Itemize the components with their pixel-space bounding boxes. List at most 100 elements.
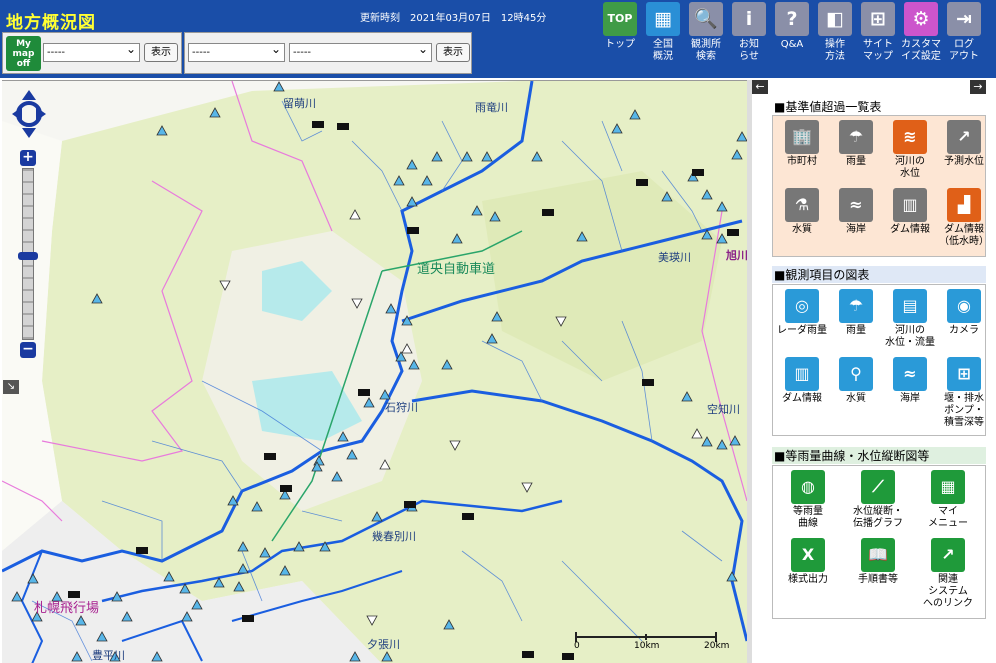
gear-icon: ⚙: [904, 2, 938, 36]
section1-river-level-button[interactable]: ≋ 河川の 水位: [883, 120, 937, 180]
tile-label: レーダ雨量: [777, 325, 827, 336]
section3-level-profile-button[interactable]: ⟋ 水位縦断・ 伝播グラフ: [851, 470, 905, 530]
isohyet-icon: ◍: [791, 470, 825, 504]
section2-rainfall-button[interactable]: ☂ 雨量: [829, 289, 883, 337]
section3-manual-button[interactable]: 📖 手順書等: [851, 538, 905, 586]
predicted-level-icon: ↗: [947, 120, 981, 154]
nav-station-search-button[interactable]: 🔍 観測所 検索: [686, 2, 726, 63]
section2-river-flow-button[interactable]: ▤ 河川の 水位・流量: [883, 289, 937, 349]
zoom-in-button[interactable]: +: [20, 150, 36, 166]
update-time: 更新時刻 2021年03月07日 12時45分: [360, 13, 547, 24]
rainfall-icon: ☂: [839, 289, 873, 323]
tile-label: 河川の 水位・流量: [885, 325, 935, 348]
level-profile-icon: ⟋: [861, 470, 895, 504]
station-name-select[interactable]: -----: [289, 41, 432, 62]
section-isohyet-title: ■等雨量曲線・水位縦断図等: [772, 447, 986, 464]
question-icon: ?: [775, 2, 809, 36]
section2-coast-button[interactable]: ≈ 海岸: [883, 357, 937, 405]
nav-top-button[interactable]: TOP トップ: [600, 2, 640, 51]
municipality-icon: 🏢: [785, 120, 819, 154]
section2-weir-pump-snow-button[interactable]: ⊞ 堰・排水 ポンプ・ 積雪深等: [937, 357, 991, 429]
tile-label: 様式出力: [788, 574, 828, 585]
tile-label: 河川の 水位: [895, 156, 925, 179]
tile-label: 予測水位: [944, 156, 984, 167]
map-label-yubari-river: 夕張川: [367, 638, 400, 651]
station-show-button[interactable]: 表示: [436, 43, 470, 62]
tile-label: マイ メニュー: [928, 506, 968, 529]
zoom-slider-handle[interactable]: [18, 252, 38, 260]
tile-label: 海岸: [900, 393, 920, 404]
section-threshold-title: ■基準値超過一覧表: [774, 100, 882, 114]
map-canvas[interactable]: [2, 81, 747, 663]
nav-operation-guide-button[interactable]: ◧ 操作 方法: [815, 2, 855, 63]
map-label-asahikawa: 旭川: [726, 249, 747, 262]
nav-label: お知 らせ: [739, 39, 759, 62]
section2-camera-button[interactable]: ◉ カメラ: [937, 289, 991, 337]
section1-dam-button[interactable]: ▥ ダム情報: [883, 188, 937, 236]
tile-label: 海岸: [846, 224, 866, 235]
map-label-ikushunbetsu-river: 幾春別川: [372, 530, 416, 543]
nav-qa-button[interactable]: ? Q&A: [772, 2, 812, 51]
map-label-expressway: 道央自動車道: [417, 262, 496, 277]
section1-rainfall-button[interactable]: ☂ 雨量: [829, 120, 883, 168]
panel-expand-right-icon[interactable]: →: [970, 80, 986, 94]
camera-icon: ◉: [947, 289, 981, 323]
map-label-sorachi-river: 空知川: [707, 403, 740, 416]
nav-logout-button[interactable]: ⇥ ログ アウト: [944, 2, 984, 63]
section3-my-menu-button[interactable]: ▦ マイ メニュー: [921, 470, 975, 530]
section-isohyet: ◍ 等雨量 曲線 ⟋ 水位縦断・ 伝播グラフ ▦ マイ メニュー X 様式出力 📖 手順書等 ↗ 関連…: [772, 465, 986, 619]
legend-toggle-icon[interactable]: ↘: [3, 380, 19, 394]
tile-label: 雨量: [846, 156, 866, 167]
section1-predicted-level-button[interactable]: ↗ 予測水位: [937, 120, 991, 168]
nav-national-overview-button[interactable]: ▦ 全国 概況: [643, 2, 683, 63]
header-bar: 地方概況図 更新時刻 2021年03月07日 12時45分 My map off…: [0, 0, 996, 78]
section1-coast-button[interactable]: ≈ 海岸: [829, 188, 883, 236]
manual-icon: 📖: [861, 538, 895, 572]
panel-collapse-left-icon[interactable]: ←: [752, 80, 768, 94]
section1-municipality-button[interactable]: 🏢 市町村: [775, 120, 829, 168]
top-icon: TOP: [603, 2, 637, 36]
scale-tick-0: 0: [574, 641, 580, 651]
map-label-bibai-river: 美瑛川: [658, 251, 691, 264]
map-label-sapporo-airport: 札幌飛行場: [34, 601, 100, 616]
tile-label: 雨量: [846, 325, 866, 336]
info-icon: i: [732, 2, 766, 36]
section2-radar-rainfall-button[interactable]: ◎ レーダ雨量: [775, 289, 829, 337]
station-category-select[interactable]: -----: [188, 41, 285, 62]
section-observation: ◎ レーダ雨量 ☂ 雨量 ▤ 河川の 水位・流量 ◉ カメラ ▥ ダム情報 ⚲ 水質 ≈ 海岸 ⊞ 堰・排水 …: [772, 284, 986, 436]
nav-sitemap-button[interactable]: ⊞ サイト マップ: [858, 2, 898, 63]
mymap-toggle-label: My map off: [12, 39, 35, 69]
tile-label: 手順書等: [858, 574, 898, 585]
section3-related-links-button[interactable]: ↗ 関連 システム へのリンク: [921, 538, 975, 610]
mymap-select[interactable]: -----: [43, 41, 140, 62]
zoom-out-button[interactable]: −: [20, 342, 36, 358]
section1-dam-low-button[interactable]: ▟ ダム情報 （低水時）: [937, 188, 991, 248]
coast-icon: ≈: [893, 357, 927, 391]
excel-export-icon: X: [791, 538, 825, 572]
map-label-rumoi-river: 留萌川: [283, 97, 316, 110]
nav-label: カスタマ イズ設定: [901, 39, 941, 62]
mouse-icon: ◧: [818, 2, 852, 36]
station-toolbar: ----- ----- 表示: [184, 32, 472, 74]
nav-label: サイト マップ: [863, 39, 893, 62]
water-quality-icon: ⚲: [839, 357, 873, 391]
pan-arrows-icon[interactable]: [10, 88, 48, 140]
water-quality-icon: ⚗: [785, 188, 819, 222]
map-label-uryu-river: 雨竜川: [475, 101, 508, 114]
section3-excel-export-button[interactable]: X 様式出力: [781, 538, 835, 586]
mymap-toggle-button[interactable]: My map off: [6, 36, 41, 71]
tile-label: 等雨量 曲線: [793, 506, 823, 529]
section3-isohyet-button[interactable]: ◍ 等雨量 曲線: [781, 470, 835, 530]
page-title: 地方概況図: [6, 13, 96, 33]
mymap-show-button[interactable]: 表示: [144, 43, 178, 62]
nav-customize-button[interactable]: ⚙ カスタマ イズ設定: [901, 2, 941, 63]
section2-water-quality-button[interactable]: ⚲ 水質: [829, 357, 883, 405]
section2-dam-button[interactable]: ▥ ダム情報: [775, 357, 829, 405]
section-threshold: 🏢 市町村 ☂ 雨量 ≋ 河川の 水位 ↗ 予測水位 ⚗ 水質 ≈ 海岸 ▥ ダム情報 ▟ ダム情報 （低水時…: [772, 115, 989, 257]
map-area[interactable]: 留萌川 雨竜川 道央自動車道 美瑛川 旭川 石狩川 空知川 幾春別川 夕張川 札…: [2, 80, 747, 663]
section1-water-quality-button[interactable]: ⚗ 水質: [775, 188, 829, 236]
map-label-toyohira-river: 豊平川: [92, 649, 125, 662]
nav-label: トップ: [605, 39, 635, 50]
tile-label: ダム情報: [782, 393, 822, 404]
nav-notice-button[interactable]: i お知 らせ: [729, 2, 769, 63]
